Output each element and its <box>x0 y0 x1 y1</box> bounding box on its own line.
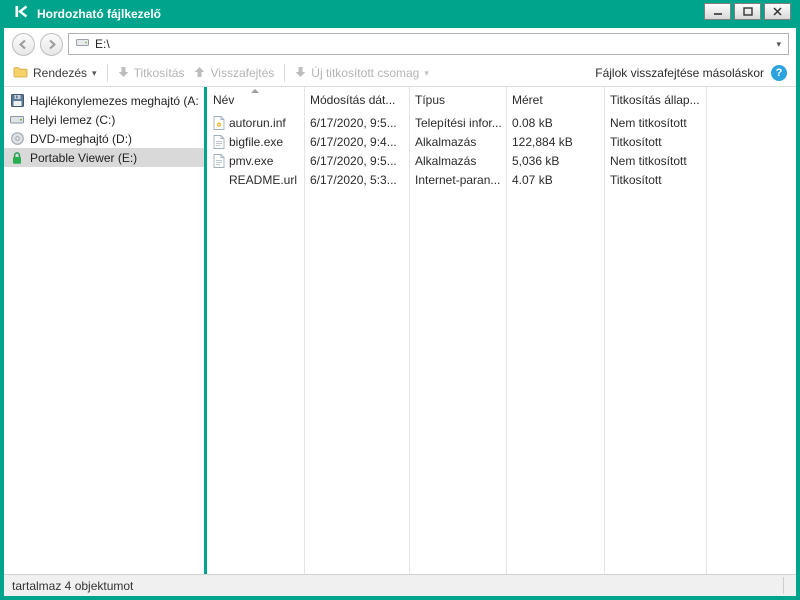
file-size: 0.08 kB <box>506 116 604 130</box>
drive-item-c[interactable]: Helyi lemez (C:) <box>4 110 204 129</box>
decrypt-label: Visszafejtés <box>210 66 274 80</box>
back-button[interactable] <box>12 33 35 56</box>
file-type: Internet-paran... <box>409 173 506 187</box>
new-encrypted-package-button[interactable]: Új titkosított csomag ▾ <box>295 66 429 81</box>
drive-item-label: Hajlékonylemezes meghajtó (A: <box>30 94 199 108</box>
encrypt-button[interactable]: Titkosítás <box>118 66 185 81</box>
file-size: 4.07 kB <box>506 173 604 187</box>
file-name: README.url <box>229 173 297 187</box>
drive-item-label: DVD-meghajtó (D:) <box>30 132 132 146</box>
file-encryption-status: Nem titkosított <box>604 154 706 168</box>
file-modified: 6/17/2020, 9:4... <box>304 135 409 149</box>
dvd-drive-icon <box>9 132 25 145</box>
column-header-name[interactable]: Név <box>207 93 304 107</box>
column-header-modified[interactable]: Módosítás dát... <box>304 93 409 107</box>
organize-label: Rendezés <box>33 66 87 80</box>
window-title: Hordozható fájlkezelő <box>37 7 161 21</box>
main-content: Hajlékonylemezes meghajtó (A: Helyi leme… <box>4 87 796 574</box>
toolbar: Rendezés ▾ Titkosítás Visszafejtés Új ti… <box>4 60 796 87</box>
file-row[interactable]: pmv.exe 6/17/2020, 9:5... Alkalmazás 5,0… <box>207 151 796 170</box>
column-header-type[interactable]: Típus <box>409 93 506 107</box>
toolbar-separator <box>107 64 108 82</box>
minimize-button[interactable] <box>704 3 731 20</box>
file-name: pmv.exe <box>229 154 273 168</box>
drive-icon <box>76 35 89 53</box>
close-icon <box>773 7 782 16</box>
kaspersky-logo-icon <box>14 4 29 24</box>
back-icon <box>18 39 29 50</box>
file-modified: 6/17/2020, 9:5... <box>304 154 409 168</box>
toolbar-separator <box>284 64 285 82</box>
inf-file-icon <box>213 116 225 130</box>
exe-file-icon <box>213 154 225 168</box>
encrypt-label: Titkosítás <box>134 66 185 80</box>
address-text: E:\ <box>95 37 770 51</box>
drive-item-label: Helyi lemez (C:) <box>30 113 115 127</box>
info-icon[interactable]: ? <box>771 65 787 81</box>
hard-drive-icon <box>9 114 25 125</box>
drive-item-label: Portable Viewer (E:) <box>30 151 137 165</box>
titlebar: Hordozható fájlkezelő <box>4 0 796 28</box>
file-type: Telepítési infor... <box>409 116 506 130</box>
package-down-arrow-icon <box>295 66 306 81</box>
file-list-header: Név Módosítás dát... Típus Méret Titkosí… <box>207 87 796 113</box>
file-row[interactable]: README.url 6/17/2020, 5:3... Internet-pa… <box>207 170 796 189</box>
decrypt-up-arrow-icon <box>194 66 205 81</box>
decrypt-on-copy-label: Fájlok visszafejtése másoláskor <box>595 66 764 80</box>
column-separator <box>706 87 707 574</box>
file-type: Alkalmazás <box>409 135 506 149</box>
close-button[interactable] <box>764 3 791 20</box>
column-header-encryption[interactable]: Titkosítás állap... <box>604 93 706 107</box>
column-separator <box>604 87 605 574</box>
file-encryption-status: Titkosított <box>604 135 706 149</box>
address-dropdown-icon[interactable]: ▾ <box>776 39 781 50</box>
file-type: Alkalmazás <box>409 154 506 168</box>
file-encryption-status: Titkosított <box>604 173 706 187</box>
decrypt-on-copy-control: Fájlok visszafejtése másoláskor ? <box>595 65 787 81</box>
status-bar: tartalmaz 4 objektumot <box>4 574 796 596</box>
address-bar[interactable]: E:\ ▾ <box>68 33 789 55</box>
window-controls <box>704 3 791 20</box>
file-size: 122,884 kB <box>506 135 604 149</box>
resize-grip[interactable] <box>783 577 796 594</box>
floppy-drive-icon <box>9 94 25 107</box>
column-header-size[interactable]: Méret <box>506 93 604 107</box>
organize-button[interactable]: Rendezés ▾ <box>13 66 97 81</box>
drive-tree: Hajlékonylemezes meghajtó (A: Helyi leme… <box>4 87 204 574</box>
chevron-down-icon: ▾ <box>92 68 97 79</box>
status-text: tartalmaz 4 objektumot <box>12 579 133 593</box>
forward-button[interactable] <box>40 33 63 56</box>
file-modified: 6/17/2020, 5:3... <box>304 173 409 187</box>
maximize-button[interactable] <box>734 3 761 20</box>
chevron-down-icon: ▾ <box>424 68 429 79</box>
folder-icon <box>13 66 28 81</box>
drive-item-e[interactable]: Portable Viewer (E:) <box>4 148 204 167</box>
column-separator <box>409 87 410 574</box>
exe-file-icon <box>213 135 225 149</box>
file-name: bigfile.exe <box>229 135 283 149</box>
file-row[interactable]: bigfile.exe 6/17/2020, 9:4... Alkalmazás… <box>207 132 796 151</box>
drive-item-d[interactable]: DVD-meghajtó (D:) <box>4 129 204 148</box>
encrypt-down-arrow-icon <box>118 66 129 81</box>
file-encryption-status: Nem titkosított <box>604 116 706 130</box>
column-separator <box>304 87 305 574</box>
file-size: 5,036 kB <box>506 154 604 168</box>
minimize-icon <box>713 7 723 16</box>
drive-item-a[interactable]: Hajlékonylemezes meghajtó (A: <box>4 91 204 110</box>
file-name: autorun.inf <box>229 116 286 130</box>
file-list: Név Módosítás dát... Típus Méret Titkosí… <box>207 87 796 574</box>
portable-file-manager-window: Hordozható fájlkezelő E:\ ▾ <box>0 0 800 600</box>
decrypt-button[interactable]: Visszafejtés <box>194 66 274 81</box>
new-encrypted-package-label: Új titkosított csomag <box>311 66 419 80</box>
file-modified: 6/17/2020, 9:5... <box>304 116 409 130</box>
navigation-bar: E:\ ▾ <box>4 28 796 60</box>
lock-drive-icon <box>9 151 25 165</box>
maximize-icon <box>743 7 753 16</box>
column-separator <box>506 87 507 574</box>
sort-ascending-icon <box>251 89 259 93</box>
file-row[interactable]: autorun.inf 6/17/2020, 9:5... Telepítési… <box>207 113 796 132</box>
forward-icon <box>46 39 57 50</box>
